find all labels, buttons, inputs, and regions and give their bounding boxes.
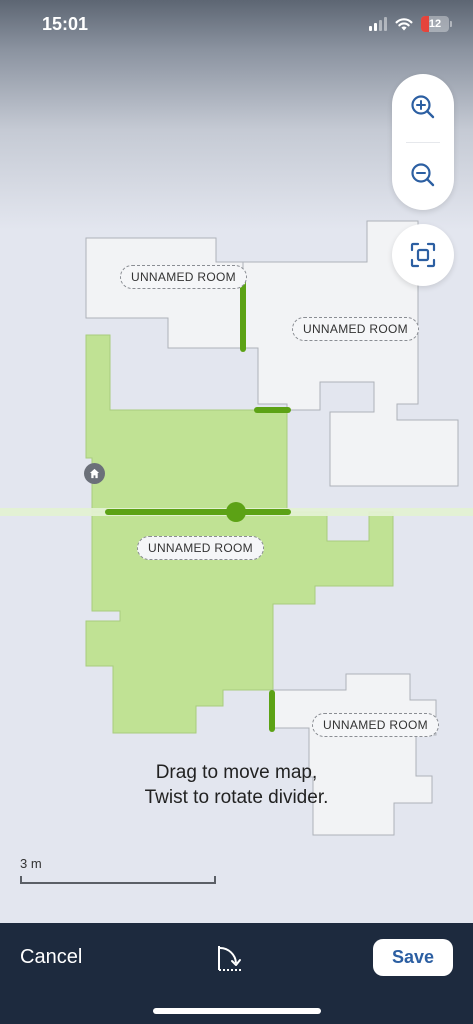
status-bar: 15:01 12 — [0, 0, 473, 52]
zoom-in-icon — [411, 95, 435, 119]
zoom-in-button[interactable] — [392, 76, 454, 138]
fit-to-screen-icon — [410, 242, 436, 268]
room-shape-1[interactable] — [85, 237, 244, 349]
zoom-divider — [406, 142, 440, 143]
signal-icon — [369, 17, 387, 31]
battery-icon: 12 — [421, 16, 452, 32]
cancel-button[interactable]: Cancel — [20, 946, 82, 969]
room-shape-5[interactable] — [272, 673, 437, 836]
fit-to-screen-button[interactable] — [392, 224, 454, 286]
room-shape-3-selected[interactable] — [85, 334, 288, 513]
status-time: 15:01 — [42, 14, 89, 34]
bottom-toolbar: Cancel Save — [0, 923, 473, 1024]
instructions-line-1: Drag to move map, — [155, 762, 318, 783]
scale-bar: 3 m — [20, 856, 216, 884]
divider-handle[interactable] — [226, 502, 246, 522]
room-label[interactable]: UNNAMED ROOM — [120, 265, 247, 289]
scale-label: 3 m — [20, 856, 42, 871]
instructions-text: Drag to move map, Twist to rotate divide… — [0, 760, 473, 810]
zoom-out-icon — [411, 163, 435, 187]
zoom-out-button[interactable] — [392, 144, 454, 206]
scale-line — [20, 876, 216, 884]
zoom-control — [392, 74, 454, 210]
wifi-icon — [395, 18, 413, 31]
battery-level: 12 — [428, 18, 442, 30]
room-label[interactable]: UNNAMED ROOM — [312, 713, 439, 737]
room-label[interactable]: UNNAMED ROOM — [292, 317, 419, 341]
status-icons: 12 — [369, 16, 452, 32]
home-icon — [84, 463, 105, 484]
rotate-divider-button[interactable] — [208, 939, 248, 979]
save-button[interactable]: Save — [373, 939, 453, 976]
home-indicator — [153, 1008, 321, 1014]
instructions-line-2: Twist to rotate divider. — [144, 787, 329, 808]
room-label[interactable]: UNNAMED ROOM — [137, 536, 264, 560]
rotate-divider-icon — [218, 946, 241, 971]
